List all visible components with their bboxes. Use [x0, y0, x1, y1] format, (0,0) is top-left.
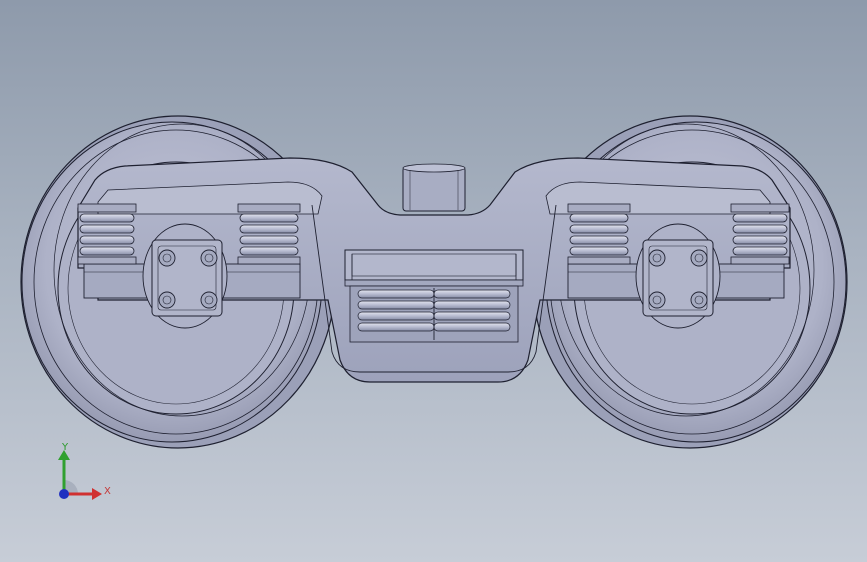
secondary-spring-nest[interactable] [349, 285, 519, 343]
left-axle-box[interactable] [142, 223, 228, 329]
triad-x-arrow [92, 488, 102, 500]
cad-viewport[interactable]: Y X [0, 0, 867, 562]
center-pivot[interactable] [402, 163, 466, 212]
triad-z-axis [59, 489, 69, 499]
right-axle-box[interactable] [635, 223, 721, 329]
axis-x-label: X [104, 486, 111, 497]
bogie-model[interactable] [0, 0, 867, 562]
axis-triad[interactable]: Y X [52, 440, 122, 510]
axis-y-label: Y [62, 442, 69, 453]
bolster[interactable] [344, 249, 524, 287]
